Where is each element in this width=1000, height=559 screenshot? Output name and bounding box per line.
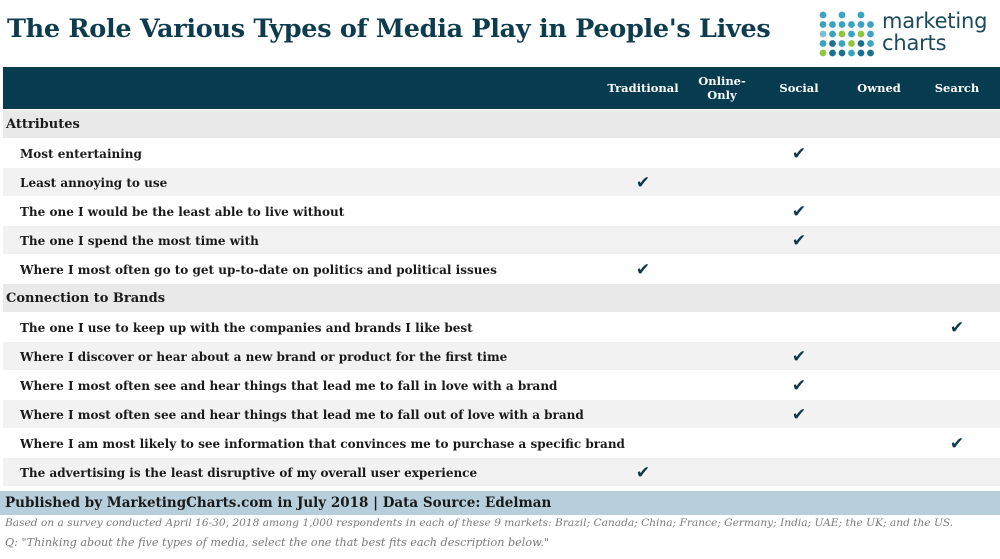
table-row: The advertising is the least disruptive …	[3, 458, 1000, 487]
row-label: Where I discover or hear about a new bra…	[20, 349, 508, 364]
logo-dot	[838, 21, 846, 28]
table-header-row: Traditional Online- Only Social Owned Search	[3, 67, 1000, 109]
survey-note: Based on a survey conducted April 16-30,…	[5, 517, 954, 529]
publisher-bar: Published by MarketingCharts.com in July…	[0, 491, 1000, 515]
checkmark-icon: ✔	[635, 172, 651, 193]
logo-dot	[829, 21, 836, 28]
logo-dot	[857, 21, 865, 28]
checkmark-icon: ✔	[635, 462, 651, 483]
logo-dot	[819, 40, 827, 47]
table-row: Where I most often go to get up-to-date …	[3, 255, 1000, 284]
marketingcharts-logo: marketing charts	[818, 10, 998, 60]
logo-dot	[867, 21, 874, 28]
logo-dot	[829, 30, 836, 38]
section-row: Attributes	[3, 110, 1000, 139]
section-label: Connection to Brands	[6, 291, 166, 306]
logo-dot	[829, 49, 836, 57]
row-label: Where I most often go to get up-to-date …	[20, 262, 497, 277]
table-row: The one I use to keep up with the compan…	[3, 313, 1000, 342]
checkmark-icon: ✔	[791, 143, 807, 164]
logo-dot	[867, 40, 874, 47]
logo-dot	[819, 21, 827, 28]
checkmark-icon: ✔	[791, 375, 807, 396]
question-note: Q: "Thinking about the five types of med…	[5, 536, 550, 549]
publisher-text: Published by MarketingCharts.com in July…	[5, 495, 552, 511]
row-label: The one I use to keep up with the compan…	[20, 320, 473, 335]
section-label: Attributes	[6, 117, 80, 132]
checkmark-icon: ✔	[791, 346, 807, 367]
row-label: Most entertaining	[20, 146, 142, 161]
chart-title: The Role Various Types of Media Play in …	[7, 14, 771, 44]
logo-dots-icon	[819, 11, 874, 57]
column-header-traditional: Traditional	[607, 81, 679, 95]
logo-dot	[838, 40, 846, 47]
logo-dot	[857, 11, 865, 19]
table-row: Least annoying to use ✔	[3, 168, 1000, 197]
table-row: Where I most often see and hear things t…	[3, 400, 1000, 429]
table-body: Attributes Most entertaining ✔ Least annoyi…	[3, 110, 1000, 487]
table-row: Where I am most likely to see informatio…	[3, 429, 1000, 458]
logo-text: marketing charts	[882, 10, 987, 54]
logo-dot	[838, 49, 846, 57]
checkmark-icon: ✔	[791, 404, 807, 425]
logo-dot	[848, 40, 855, 47]
row-label: Least annoying to use	[20, 175, 168, 190]
logo-dot	[848, 30, 855, 38]
logo-dot	[848, 49, 855, 57]
logo-dot	[829, 40, 836, 47]
table-row: The one I spend the most time with ✔	[3, 226, 1000, 255]
checkmark-icon: ✔	[949, 317, 965, 338]
logo-dot	[857, 49, 865, 57]
logo-dot	[857, 40, 865, 47]
logo-dot	[819, 49, 827, 57]
logo-dot	[848, 21, 855, 28]
logo-dot	[867, 30, 874, 38]
row-label: Where I most often see and hear things t…	[20, 378, 558, 393]
column-header-online-only: Online- Only	[698, 74, 746, 102]
checkmark-icon: ✔	[791, 201, 807, 222]
row-label: The one I would be the least able to liv…	[20, 204, 345, 219]
section-row: Connection to Brands	[3, 284, 1000, 313]
row-label: Where I am most likely to see informatio…	[20, 436, 625, 451]
column-header-owned: Owned	[857, 81, 901, 95]
logo-dot	[867, 49, 874, 57]
row-label: The one I spend the most time with	[20, 233, 259, 248]
table-row: The one I would be the least able to liv…	[3, 197, 1000, 226]
row-label: The advertising is the least disruptive …	[20, 465, 478, 480]
logo-text-line2: charts	[882, 31, 947, 55]
row-label: Where I most often see and hear things t…	[20, 407, 584, 422]
logo-dot	[819, 30, 827, 38]
table-row: Most entertaining ✔	[3, 139, 1000, 168]
logo-dot	[838, 30, 846, 38]
logo-dot	[857, 30, 865, 38]
column-header-social: Social	[779, 81, 819, 95]
table-row: Where I discover or hear about a new bra…	[3, 342, 1000, 371]
logo-dot	[819, 11, 827, 19]
table-row: Where I most often see and hear things t…	[3, 371, 1000, 400]
logo-text-line1: marketing	[882, 9, 988, 33]
column-header-search: Search	[934, 81, 980, 95]
chart-header: The Role Various Types of Media Play in …	[0, 0, 1000, 66]
logo-dot	[838, 11, 846, 19]
checkmark-icon: ✔	[949, 433, 965, 454]
checkmark-icon: ✔	[791, 230, 807, 251]
checkmark-icon: ✔	[635, 259, 651, 280]
